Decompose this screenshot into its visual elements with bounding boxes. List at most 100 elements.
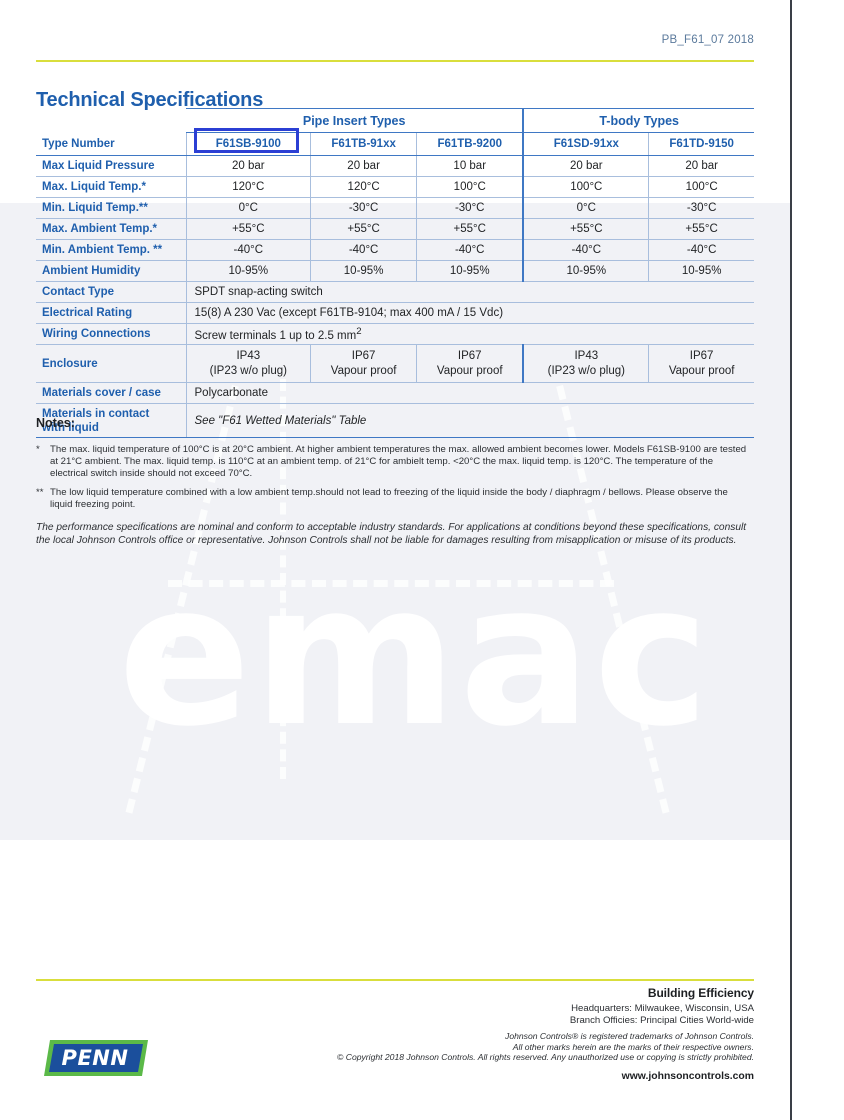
- row-label-type-number: Type Number: [36, 132, 186, 156]
- enclosure-rating: IP43: [574, 349, 599, 362]
- technical-specifications-table: Pipe Insert Types T-body Types Type Numb…: [36, 108, 754, 438]
- page-right-margin: [791, 0, 844, 1120]
- table-cell: IP43 (IP23 w/o plug): [185, 344, 311, 383]
- table-cell: 10-95%: [416, 260, 524, 282]
- penn-logo-text: PENN: [62, 1046, 129, 1070]
- table-cell: 10-95%: [185, 260, 311, 282]
- cell-type-f61td-9150: F61TD-9150: [648, 132, 754, 156]
- header-rule: [36, 60, 754, 63]
- table-cell: IP67 Vapour proof: [648, 344, 754, 383]
- disclaimer-text: The performance specifications are nomin…: [36, 522, 747, 547]
- table-row-enclosure: Enclosure IP43 (IP23 w/o plug) IP67 Vapo…: [36, 344, 754, 383]
- footer-legal-line-2: All other marks herein are the marks of …: [512, 1041, 754, 1052]
- cell-materials-cover-value: Polycarbonate: [185, 382, 754, 404]
- table-cell: +55°C: [522, 218, 649, 240]
- table-row: Min. Ambient Temp. ** -40°C -40°C -40°C …: [36, 239, 754, 261]
- table-cell: 10-95%: [310, 260, 417, 282]
- table-cell: IP67 Vapour proof: [416, 344, 524, 383]
- notes-heading: Notes:: [36, 416, 75, 430]
- row-label-wiring-connections: Wiring Connections: [36, 323, 186, 345]
- table-cell: -30°C: [416, 197, 524, 219]
- row-label-min-ambient-temp: Min. Ambient Temp. **: [36, 239, 186, 261]
- group-header-spacer: [36, 109, 186, 133]
- row-label-max-liquid-temp: Max. Liquid Temp.*: [36, 176, 186, 198]
- row-label-min-liquid-temp: Min. Liquid Temp.**: [36, 197, 186, 219]
- table-cell: IP43 (IP23 w/o plug): [522, 344, 649, 383]
- table-cell: 100°C: [648, 176, 754, 198]
- footer-legal-line-1: Johnson Controls® is registered trademar…: [505, 1031, 754, 1042]
- table-cell: 120°C: [310, 176, 417, 198]
- penn-logo: PENN: [42, 1038, 150, 1078]
- note-item-double-asterisk: ** The low liquid temperature combined w…: [36, 487, 748, 511]
- enclosure-rating: IP67: [457, 349, 482, 362]
- row-label-materials-cover: Materials cover / case: [36, 382, 186, 404]
- cell-contact-type-value: SPDT snap-acting switch: [185, 281, 754, 303]
- table-cell: -40°C: [310, 239, 417, 261]
- table-row: Ambient Humidity 10-95% 10-95% 10-95% 10…: [36, 260, 754, 282]
- table-cell: -40°C: [522, 239, 649, 261]
- cell-type-f61sd-91xx: F61SD-91xx: [522, 132, 649, 156]
- table-cell: 10-95%: [522, 260, 649, 282]
- group-header-t-body: T-body Types: [522, 108, 754, 133]
- document-code: PB_F61_07 2018: [661, 34, 754, 46]
- table-row: Max. Liquid Temp.* 120°C 120°C 100°C 100…: [36, 176, 754, 198]
- cell-wiring-connections-value: Screw terminals 1 up to 2.5 mm2: [185, 323, 754, 345]
- table-cell: -40°C: [648, 239, 754, 261]
- enclosure-detail: Vapour proof: [330, 364, 397, 377]
- note-text: The max. liquid temperature of 100°C is …: [50, 444, 747, 480]
- footer-headquarters: Headquarters: Milwaukee, Wisconsin, USA: [571, 1003, 754, 1014]
- enclosure-detail: Vapour proof: [668, 364, 735, 377]
- document-page: emac PB_F61_07 2018 Technical Specificat…: [0, 0, 844, 1120]
- row-label-enclosure: Enclosure: [36, 344, 186, 383]
- table-row-wiring-connections: Wiring Connections Screw terminals 1 up …: [36, 323, 754, 345]
- table-cell: -40°C: [416, 239, 524, 261]
- page-content: PB_F61_07 2018 Technical Specifications …: [0, 0, 790, 1120]
- page-edge-line: [790, 0, 792, 1120]
- table-cell: 10 bar: [416, 155, 524, 177]
- table-row-materials-cover: Materials cover / case Polycarbonate: [36, 382, 754, 404]
- enclosure-detail: (IP23 w/o plug): [547, 364, 625, 377]
- table-cell: 20 bar: [648, 155, 754, 177]
- table-cell: -40°C: [185, 239, 311, 261]
- enclosure-detail: Vapour proof: [436, 364, 503, 377]
- row-label-max-liquid-pressure: Max Liquid Pressure: [36, 155, 186, 177]
- table-cell: 0°C: [522, 197, 649, 219]
- table-cell: +55°C: [648, 218, 754, 240]
- enclosure-detail: (IP23 w/o plug): [209, 364, 287, 377]
- note-marker: *: [36, 444, 40, 455]
- table-cell: +55°C: [416, 218, 524, 240]
- table-row: Min. Liquid Temp.** 0°C -30°C -30°C 0°C …: [36, 197, 754, 219]
- table-group-header-row: Pipe Insert Types T-body Types: [36, 108, 754, 133]
- group-header-pipe-insert: Pipe Insert Types: [186, 108, 524, 133]
- wiring-value-superscript: 2: [356, 326, 362, 338]
- row-label-ambient-humidity: Ambient Humidity: [36, 260, 186, 282]
- enclosure-rating: IP43: [236, 349, 261, 362]
- cell-type-f61tb-9200: F61TB-9200: [416, 132, 524, 156]
- table-row: Max. Ambient Temp.* +55°C +55°C +55°C +5…: [36, 218, 754, 240]
- table-cell: -30°C: [648, 197, 754, 219]
- table-cell: +55°C: [185, 218, 311, 240]
- table-row-electrical-rating: Electrical Rating 15(8) A 230 Vac (excep…: [36, 302, 754, 324]
- table-row-type-number: Type Number F61SB-9100 F61TB-91xx F61TB-…: [36, 132, 754, 156]
- table-row-materials-liquid: Materials in contact with liquid See "F6…: [36, 403, 754, 438]
- table-row: Max Liquid Pressure 20 bar 20 bar 10 bar…: [36, 155, 754, 177]
- footer-info: Building Efficiency Headquarters: Milwau…: [194, 986, 754, 1082]
- table-cell: 100°C: [522, 176, 649, 198]
- footer-tagline: Building Efficiency: [647, 986, 754, 1000]
- note-text: The low liquid temperature combined with…: [50, 487, 728, 511]
- cell-electrical-rating-value: 15(8) A 230 Vac (except F61TB-9104; max …: [185, 302, 754, 324]
- table-cell: 0°C: [185, 197, 311, 219]
- enclosure-rating: IP67: [689, 349, 714, 362]
- footer-rule: [36, 979, 754, 982]
- penn-logo-graphic: PENN: [44, 1040, 148, 1076]
- footer-website-url[interactable]: www.johnsoncontrols.com: [194, 1071, 754, 1082]
- enclosure-rating: IP67: [351, 349, 376, 362]
- table-cell: 100°C: [416, 176, 524, 198]
- footer-legal-line-3: © Copyright 2018 Johnson Controls. All r…: [337, 1052, 754, 1063]
- cell-materials-liquid-value: See "F61 Wetted Materials" Table: [185, 403, 754, 438]
- table-cell: IP67 Vapour proof: [310, 344, 417, 383]
- table-cell: 20 bar: [185, 155, 311, 177]
- note-item-single-asterisk: * The max. liquid temperature of 100°C i…: [36, 444, 748, 481]
- footer-branch-offices: Branch Officies: Principal Cities World-…: [569, 1014, 754, 1026]
- cell-type-f61tb-91xx: F61TB-91xx: [310, 132, 417, 156]
